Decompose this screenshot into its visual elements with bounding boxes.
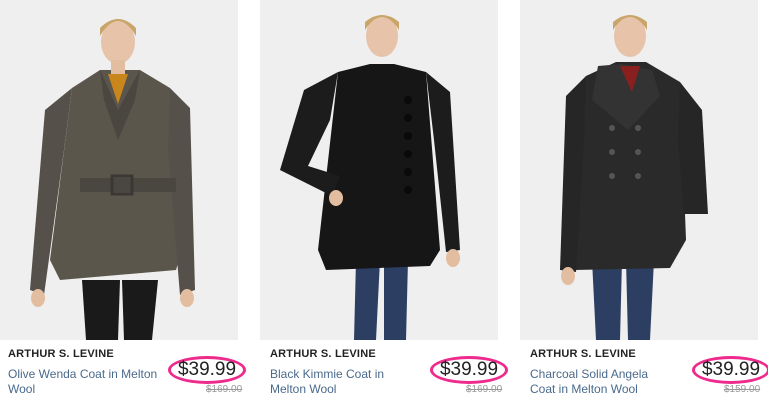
product-brand: ARTHUR S. LEVINE: [270, 348, 376, 360]
original-price: $169.00: [466, 384, 503, 395]
product-photo[interactable]: [260, 0, 498, 340]
product-name-link[interactable]: Olive Wenda Coat in Melton Wool: [8, 367, 158, 397]
sale-price: $39.99: [439, 359, 499, 380]
original-price: $159.00: [724, 384, 761, 395]
product-card-olive-wenda[interactable]: ARTHUR S. LEVINE Olive Wenda Coat in Mel…: [0, 0, 246, 410]
product-card-black-kimmie[interactable]: ARTHUR S. LEVINE Black Kimmie Coat in Me…: [260, 0, 508, 410]
sale-price: $39.99: [177, 359, 237, 380]
price-highlight: $39.99: [692, 356, 768, 386]
original-price: $169.00: [206, 384, 243, 395]
price-highlight: $39.99: [168, 356, 248, 386]
product-photo[interactable]: [0, 0, 238, 340]
sale-price: $39.99: [701, 359, 761, 380]
price-highlight: $39.99: [430, 356, 510, 386]
product-brand: ARTHUR S. LEVINE: [8, 348, 114, 360]
product-photo[interactable]: [520, 0, 758, 340]
product-name-link[interactable]: Charcoal Solid Angela Coat in Melton Woo…: [530, 367, 660, 397]
product-name-link[interactable]: Black Kimmie Coat in Melton Wool: [270, 367, 420, 397]
product-brand: ARTHUR S. LEVINE: [530, 348, 636, 360]
product-card-charcoal-angela[interactable]: ARTHUR S. LEVINE Charcoal Solid Angela C…: [520, 0, 768, 410]
